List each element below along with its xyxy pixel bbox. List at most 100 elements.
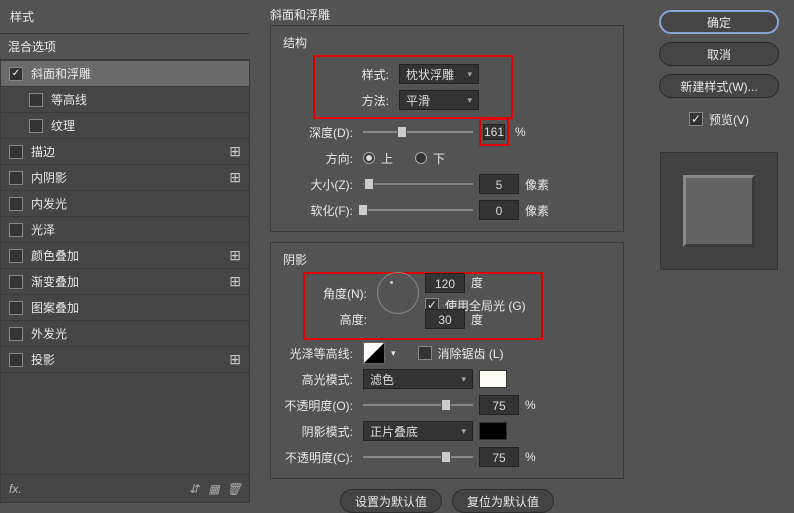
effect-checkbox[interactable] <box>29 119 43 133</box>
effect-label: 等高线 <box>51 91 241 108</box>
trash-icon[interactable]: 🗑 <box>227 482 241 496</box>
effect-checkbox[interactable] <box>9 301 23 315</box>
depth-input[interactable]: 161 <box>483 124 505 140</box>
size-unit: 像素 <box>525 176 549 193</box>
preview-bevel <box>683 175 755 247</box>
plus-icon[interactable]: ⊞ <box>229 169 241 186</box>
shading-group: 阴影 角度(N): 120 度 ✓ 使用全局光 (G) 高度: <box>270 242 624 479</box>
effect-label: 图案叠加 <box>31 299 241 316</box>
fx-label[interactable]: fx. <box>9 482 22 496</box>
effect-item[interactable]: 等高线 <box>1 87 249 113</box>
chevron-down-icon: ▾ <box>461 426 466 437</box>
highlight-opacity-slider[interactable] <box>363 398 473 412</box>
structure-group: 结构 样式: 枕状浮雕▾ 方法: 平滑▾ 深度(D): 161 % 方向: 上 … <box>270 25 624 232</box>
effect-item[interactable]: 投影⊞ <box>1 347 249 373</box>
chevron-down-icon: ▾ <box>467 95 472 106</box>
gloss-contour-label: 光泽等高线: <box>283 345 353 362</box>
effect-item[interactable]: 图案叠加 <box>1 295 249 321</box>
angle-dial[interactable] <box>377 272 419 314</box>
plus-icon[interactable]: ⊞ <box>229 351 241 368</box>
effect-checkbox[interactable] <box>29 93 43 107</box>
size-input[interactable]: 5 <box>479 174 519 194</box>
shadow-color-swatch[interactable] <box>479 422 507 440</box>
angle-input[interactable]: 120 <box>425 273 465 293</box>
size-slider[interactable] <box>363 177 473 191</box>
shadow-mode-label: 阴影模式: <box>283 423 353 440</box>
effect-label: 外发光 <box>31 325 241 342</box>
effect-item[interactable]: 描边⊞ <box>1 139 249 165</box>
direction-label: 方向: <box>283 150 353 167</box>
method-select[interactable]: 平滑▾ <box>399 90 479 110</box>
effects-list: ✓斜面和浮雕等高线纹理描边⊞内阴影⊞内发光光泽颜色叠加⊞渐变叠加⊞图案叠加外发光… <box>0 60 250 475</box>
ok-button[interactable]: 确定 <box>659 10 779 34</box>
highlight-opacity-input[interactable]: 75 <box>479 395 519 415</box>
effect-label: 内发光 <box>31 195 241 212</box>
settings-panel: 斜面和浮雕 结构 样式: 枕状浮雕▾ 方法: 平滑▾ 深度(D): 161 % … <box>250 0 644 503</box>
effect-item[interactable]: 内发光 <box>1 191 249 217</box>
effect-checkbox[interactable] <box>9 327 23 341</box>
direction-down-radio[interactable] <box>415 152 427 164</box>
effect-label: 描边 <box>31 143 229 160</box>
shadow-opacity-slider[interactable] <box>363 450 473 464</box>
effect-checkbox[interactable] <box>9 275 23 289</box>
soften-input[interactable]: 0 <box>479 200 519 220</box>
altitude-input[interactable]: 30 <box>425 309 465 329</box>
shadow-opacity-input[interactable]: 75 <box>479 447 519 467</box>
effect-checkbox[interactable] <box>9 171 23 185</box>
gloss-contour-picker[interactable] <box>363 342 385 364</box>
structure-title: 结构 <box>283 34 611 51</box>
style-label: 样式: <box>319 66 389 83</box>
add-icon[interactable]: ▦ <box>207 482 221 496</box>
plus-icon[interactable]: ⊞ <box>229 143 241 160</box>
plus-icon[interactable]: ⊞ <box>229 247 241 264</box>
effect-checkbox[interactable] <box>9 353 23 367</box>
new-style-button[interactable]: 新建样式(W)... <box>659 74 779 98</box>
soften-slider[interactable] <box>363 203 473 217</box>
antialias-checkbox[interactable] <box>418 346 432 360</box>
effect-item[interactable]: 颜色叠加⊞ <box>1 243 249 269</box>
shadow-opacity-label: 不透明度(C): <box>283 449 353 466</box>
effect-label: 颜色叠加 <box>31 247 229 264</box>
effect-checkbox[interactable] <box>9 249 23 263</box>
cancel-button[interactable]: 取消 <box>659 42 779 66</box>
highlight-opacity-label: 不透明度(O): <box>283 397 353 414</box>
effect-item[interactable]: ✓ 斜面和浮雕 <box>1 61 249 87</box>
effect-item[interactable]: 纹理 <box>1 113 249 139</box>
effect-label: 内阴影 <box>31 169 229 186</box>
reset-default-button[interactable]: 复位为默认值 <box>452 489 554 513</box>
depth-label: 深度(D): <box>283 124 353 141</box>
arrows-icon[interactable]: ⇵ <box>187 482 201 496</box>
angle-label: 角度(N): <box>311 285 367 302</box>
chevron-down-icon: ▾ <box>467 69 472 80</box>
effect-checkbox[interactable] <box>9 145 23 159</box>
effect-checkbox[interactable]: ✓ <box>9 67 23 81</box>
altitude-label: 高度: <box>311 311 367 328</box>
style-select[interactable]: 枕状浮雕▾ <box>399 64 479 84</box>
effect-item[interactable]: 渐变叠加⊞ <box>1 269 249 295</box>
highlight-color-swatch[interactable] <box>479 370 507 388</box>
plus-icon[interactable]: ⊞ <box>229 273 241 290</box>
effect-checkbox[interactable] <box>9 197 23 211</box>
highlight-mode-label: 高光模式: <box>283 371 353 388</box>
soften-label: 软化(F): <box>283 202 353 219</box>
effect-label: 光泽 <box>31 221 241 238</box>
effect-item[interactable]: 光泽 <box>1 217 249 243</box>
shadow-mode-select[interactable]: 正片叠底▾ <box>363 421 473 441</box>
chevron-down-icon: ▾ <box>461 374 466 385</box>
effect-checkbox[interactable] <box>9 223 23 237</box>
make-default-button[interactable]: 设置为默认值 <box>340 489 442 513</box>
styles-label: 样式 <box>10 8 240 25</box>
effect-label: 斜面和浮雕 <box>31 65 241 82</box>
preview-checkbox[interactable]: ✓ <box>689 112 703 126</box>
direction-up-radio[interactable] <box>363 152 375 164</box>
highlight-mode-select[interactable]: 滤色▾ <box>363 369 473 389</box>
sidebar-header: 样式 <box>0 0 250 34</box>
dialog-buttons: 确定 取消 新建样式(W)... ✓ 预览(V) <box>644 0 794 503</box>
effect-item[interactable]: 外发光 <box>1 321 249 347</box>
depth-slider[interactable] <box>363 125 473 139</box>
depth-unit: % <box>515 125 526 139</box>
effect-item[interactable]: 内阴影⊞ <box>1 165 249 191</box>
chevron-down-icon[interactable]: ▾ <box>391 348 396 359</box>
soften-unit: 像素 <box>525 202 549 219</box>
blend-options[interactable]: 混合选项 <box>0 34 250 60</box>
